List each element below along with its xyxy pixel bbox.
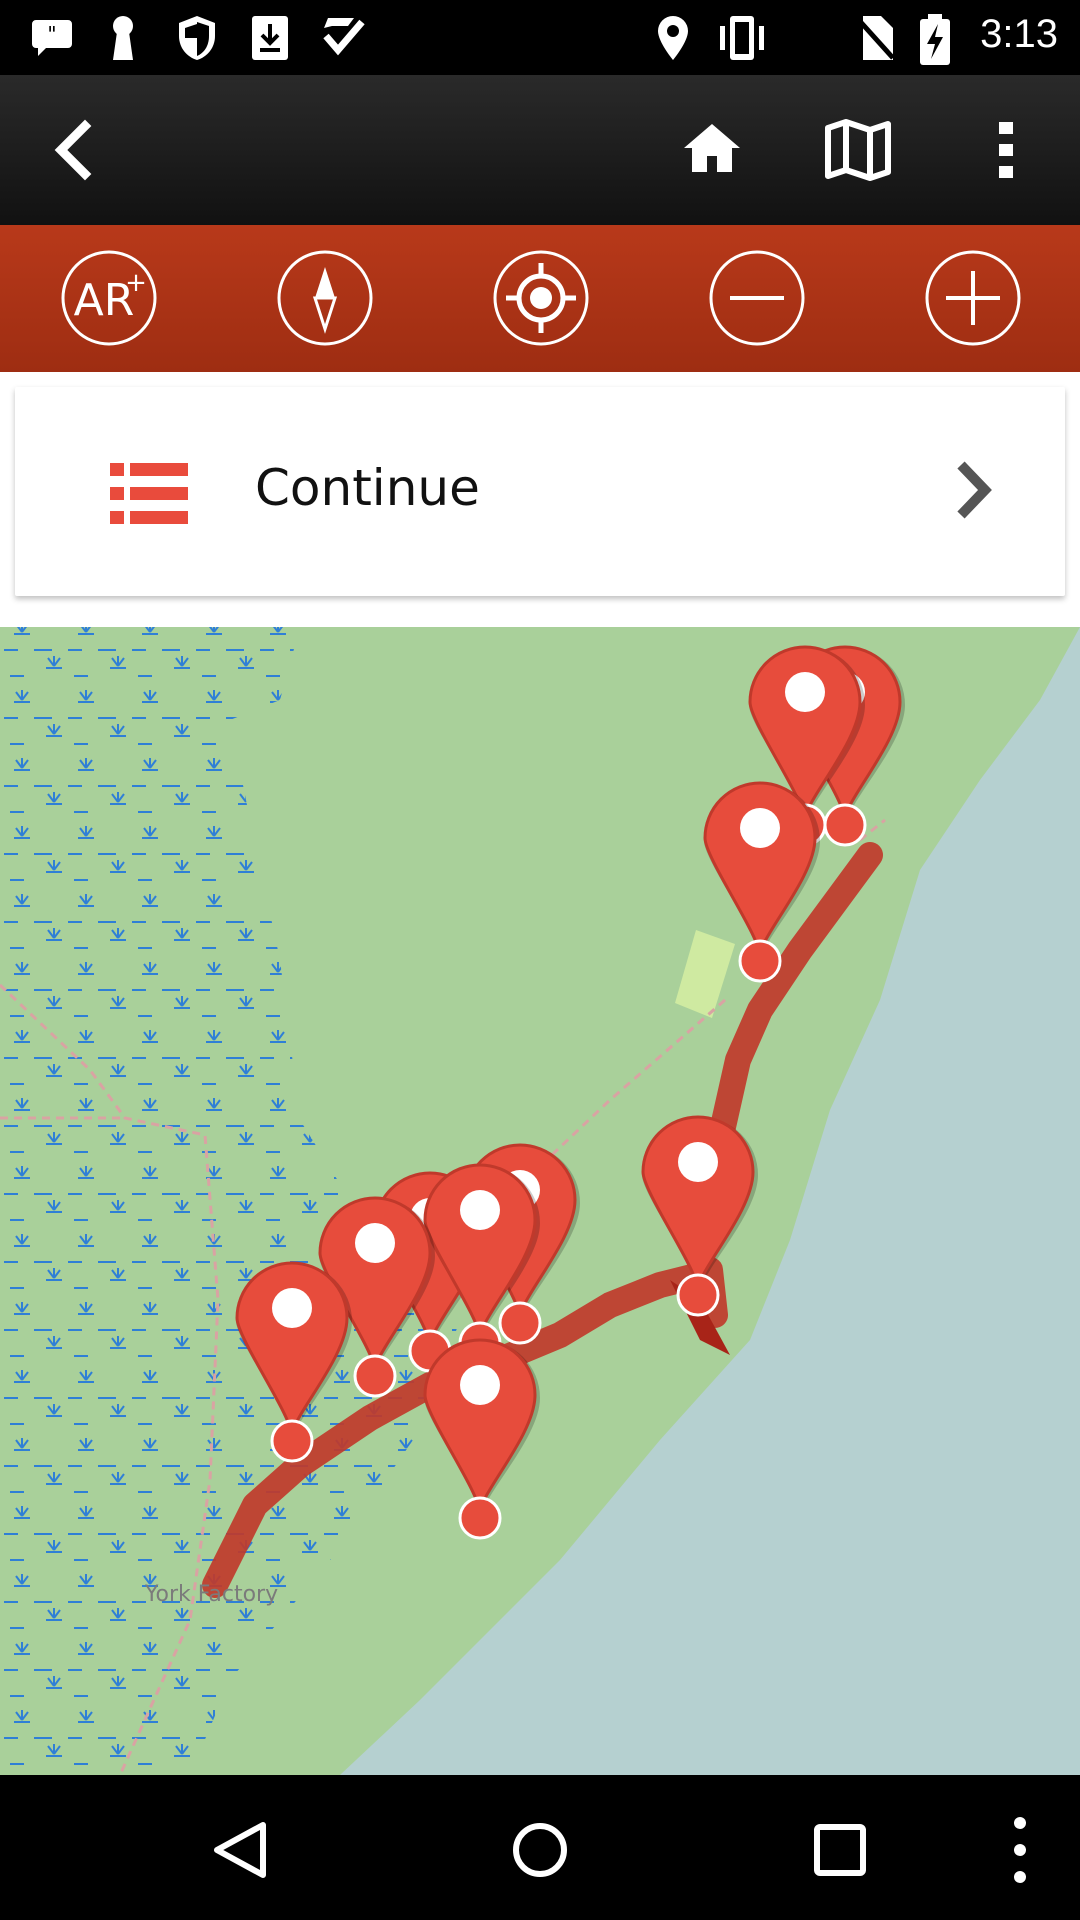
svg-text:+: + [125,268,147,298]
download-icon [252,16,288,60]
chevron-right-icon [957,461,992,519]
locate-button[interactable]: locate-icon [492,249,590,347]
back-triangle-icon[interactable] [195,1805,285,1895]
status-time: 3:13 [980,12,1058,56]
check-icon [323,18,365,56]
home-circle-icon[interactable] [495,1805,585,1895]
no-sim-icon [855,16,895,60]
battery-charging-icon [920,14,950,65]
location-pin-icon [658,16,688,60]
recents-square-icon[interactable] [795,1805,885,1895]
top-app-bar: chevron-left-icon home-icon map-icon ove… [0,75,1080,225]
map-button[interactable]: map-icon [818,110,898,190]
ar-plus-button[interactable]: AR + ar-plus-icon [60,249,158,347]
map-toolbar: AR + ar-plus-icon compass-icon locate-ic… [0,225,1080,372]
zoom-in-button[interactable]: zoom-in-icon [924,249,1022,347]
more-dots-icon[interactable] [975,1805,1065,1895]
list-icon [110,463,188,524]
zoom-out-button[interactable]: zoom-out-icon [708,249,806,347]
overflow-menu-button[interactable]: overflow-menu-icon [966,110,1046,190]
status-bar: " 3:13 [0,0,1080,75]
continue-label: Continue [255,459,480,517]
field-area [675,930,735,1018]
compass-button[interactable]: compass-icon [276,249,374,347]
home-button[interactable]: home-icon [672,110,752,190]
quote-bubble-icon: " [32,20,72,56]
system-nav-bar [0,1775,1080,1920]
keyhole-icon [113,16,133,60]
back-button[interactable]: chevron-left-icon [35,110,115,190]
continue-button[interactable]: Continue [15,387,1065,596]
map-view[interactable]: York Factory [0,627,1080,1775]
map-marker[interactable] [423,1338,540,1540]
place-label-york-factory: York Factory [145,1582,279,1607]
svg-text:": " [47,22,56,46]
shield-icon [179,16,215,60]
vibrate-icon [720,16,764,60]
